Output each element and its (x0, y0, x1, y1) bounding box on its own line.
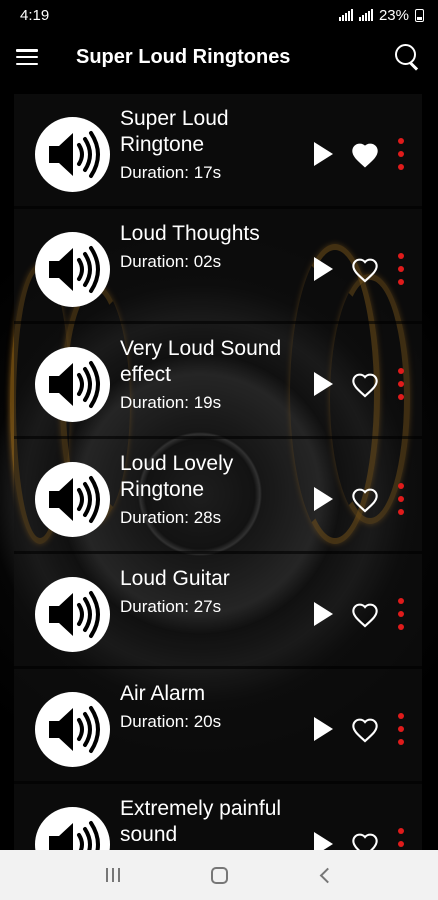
heart-icon[interactable] (351, 487, 379, 513)
ringtone-text: Loud Thoughts Duration: 02s (120, 221, 310, 273)
heart-icon[interactable] (351, 602, 379, 628)
play-icon[interactable] (314, 142, 333, 166)
speaker-icon (35, 117, 110, 192)
ringtone-name: Super Loud Ringtone (120, 107, 229, 156)
back-button[interactable] (305, 855, 345, 895)
signal-icon-2 (358, 9, 373, 21)
status-bar: 4:19 23% (0, 0, 438, 30)
ringtone-name: Extremely painful sound (120, 797, 282, 846)
heart-icon[interactable] (351, 832, 379, 850)
signal-icon (338, 9, 353, 21)
ringtone-name: Air Alarm (120, 682, 206, 705)
more-vert-icon[interactable] (397, 138, 405, 170)
recents-icon (106, 868, 120, 882)
play-icon[interactable] (314, 372, 333, 396)
back-icon (319, 867, 335, 883)
more-vert-icon[interactable] (397, 713, 405, 745)
battery-percent: 23% (378, 6, 409, 24)
ringtone-row[interactable]: Loud Guitar Duration: 27s (14, 554, 422, 669)
speaker-icon (35, 692, 110, 767)
recents-button[interactable] (93, 855, 133, 895)
ringtone-text: Air Alarm Duration: 20s (120, 681, 310, 733)
home-icon (210, 866, 228, 884)
ringtone-list: Super Loud Ringtone Duration: 17s Loud T… (14, 94, 422, 850)
ringtone-row[interactable]: Loud Thoughts Duration: 02s (14, 209, 422, 324)
ringtone-row[interactable]: Super Loud Ringtone Duration: 17s (14, 94, 422, 209)
more-vert-icon[interactable] (397, 828, 405, 850)
more-vert-icon[interactable] (397, 368, 405, 400)
ringtone-text: Super Loud Ringtone Duration: 17s (120, 106, 310, 184)
speaker-icon (35, 347, 110, 422)
heart-icon[interactable] (351, 257, 379, 283)
home-button[interactable] (199, 855, 239, 895)
speaker-icon (35, 232, 110, 307)
ringtone-duration: Duration: 20s (120, 712, 222, 731)
status-icons: 23% (338, 6, 424, 24)
ringtone-text: Extremely painful sound Duration: 22s (120, 796, 310, 850)
heart-icon[interactable] (351, 142, 379, 168)
ringtone-text: Very Loud Sound effect Duration: 19s (120, 336, 310, 414)
heart-icon[interactable] (351, 372, 379, 398)
play-icon[interactable] (314, 487, 333, 511)
speaker-icon (35, 807, 110, 850)
ringtone-duration: Duration: 19s (120, 393, 222, 412)
hamburger-icon[interactable] (16, 49, 38, 65)
speaker-icon (35, 577, 110, 652)
ringtone-row[interactable]: Extremely painful sound Duration: 22s (14, 784, 422, 850)
status-time: 4:19 (20, 6, 50, 24)
ringtone-duration: Duration: 27s (120, 597, 222, 616)
ringtone-name: Loud Thoughts (120, 222, 260, 245)
ringtone-duration: Duration: 28s (120, 508, 222, 527)
page-title: Super Loud Ringtones (76, 45, 291, 68)
ringtone-duration: Duration: 17s (120, 163, 222, 182)
play-icon[interactable] (314, 717, 333, 741)
ringtone-name: Loud Guitar (120, 567, 230, 590)
search-icon[interactable] (392, 42, 422, 72)
more-vert-icon[interactable] (397, 253, 405, 285)
heart-icon[interactable] (351, 717, 379, 743)
ringtone-name: Loud Lovely Ringtone (120, 452, 234, 501)
play-icon[interactable] (314, 832, 333, 850)
ringtone-text: Loud Lovely Ringtone Duration: 28s (120, 451, 310, 529)
app-bar: Super Loud Ringtones (0, 30, 438, 84)
ringtone-row[interactable]: Loud Lovely Ringtone Duration: 28s (14, 439, 422, 554)
system-nav-bar (0, 850, 438, 900)
speaker-icon (35, 462, 110, 537)
ringtone-list-area[interactable]: Super Loud Ringtone Duration: 17s Loud T… (0, 84, 438, 850)
play-icon[interactable] (314, 257, 333, 281)
ringtone-text: Loud Guitar Duration: 27s (120, 566, 310, 618)
ringtone-row[interactable]: Air Alarm Duration: 20s (14, 669, 422, 784)
ringtone-duration: Duration: 02s (120, 252, 222, 271)
ringtone-name: Very Loud Sound effect (120, 337, 282, 386)
more-vert-icon[interactable] (397, 483, 405, 515)
play-icon[interactable] (314, 602, 333, 626)
battery-icon (415, 8, 424, 22)
more-vert-icon[interactable] (397, 598, 405, 630)
ringtone-row[interactable]: Very Loud Sound effect Duration: 19s (14, 324, 422, 439)
